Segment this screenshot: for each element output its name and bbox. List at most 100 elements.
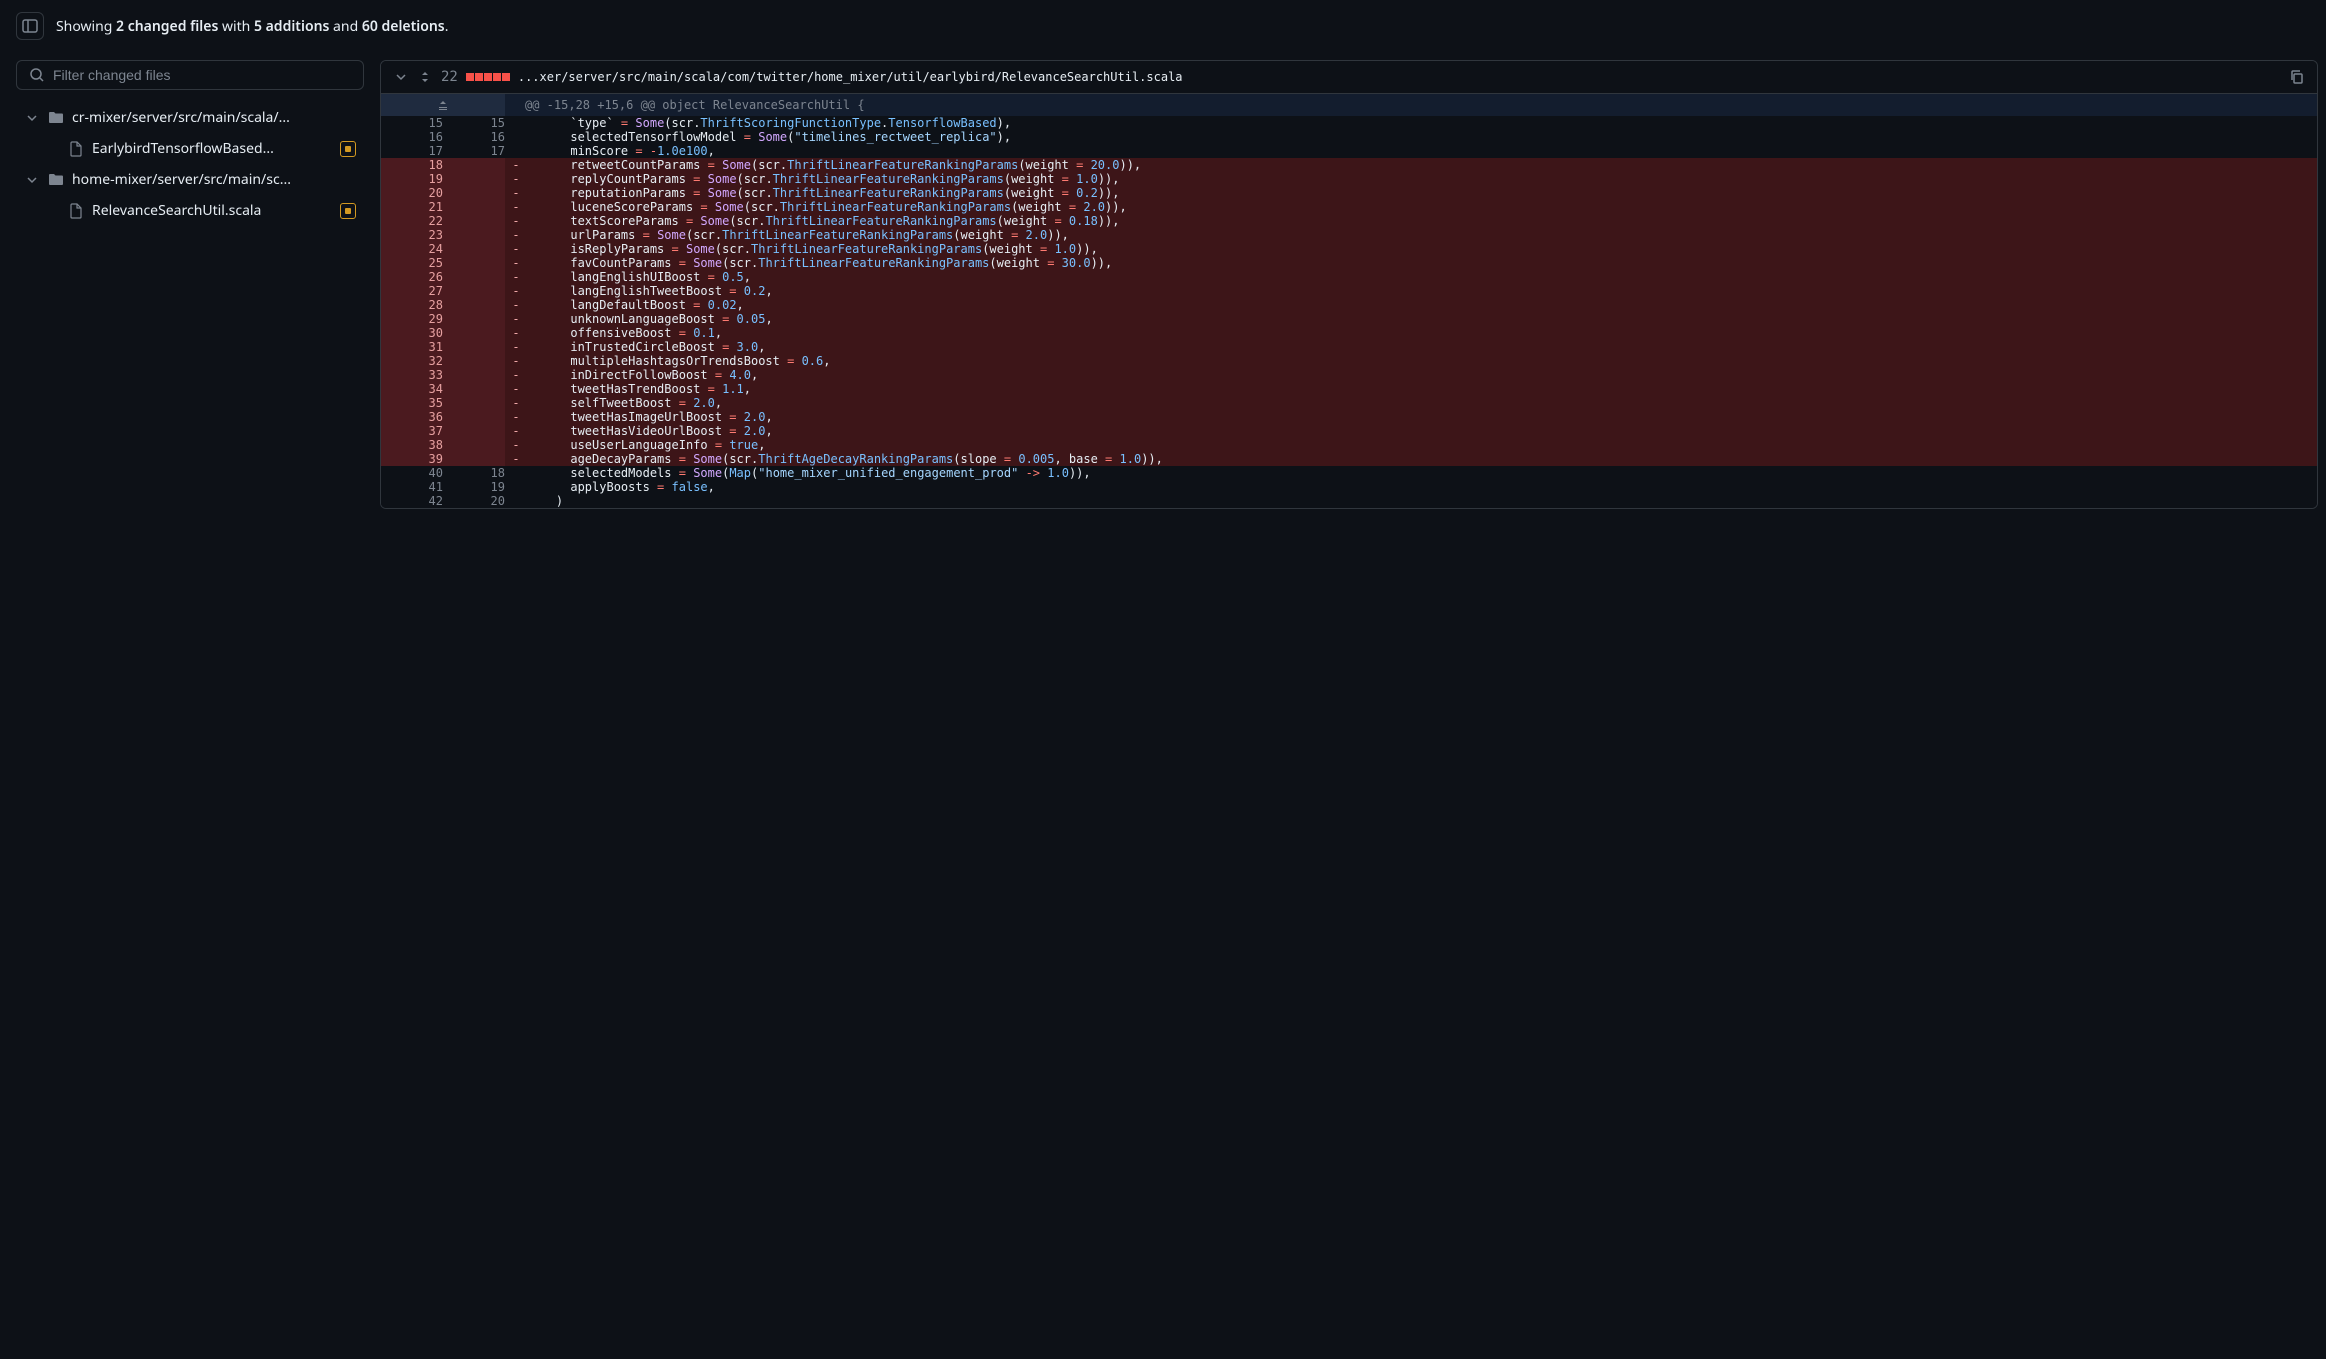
new-line-number[interactable]: 15: [443, 116, 505, 130]
old-line-number[interactable]: 29: [381, 312, 443, 326]
new-line-number[interactable]: [443, 256, 505, 270]
diff-line-deletion[interactable]: 26- langEnglishUIBoost = 0.5,: [381, 270, 2317, 284]
old-line-number[interactable]: 18: [381, 158, 443, 172]
diff-line-context[interactable]: 1515 `type` = Some(scr.ThriftScoringFunc…: [381, 116, 2317, 130]
old-line-number[interactable]: 23: [381, 228, 443, 242]
code-content: tweetHasTrendBoost = 1.1,: [527, 382, 2317, 396]
diff-line-deletion[interactable]: 37- tweetHasVideoUrlBoost = 2.0,: [381, 424, 2317, 438]
old-line-number[interactable]: 32: [381, 354, 443, 368]
tree-file[interactable]: EarlybirdTensorflowBased...: [16, 133, 364, 164]
old-line-number[interactable]: 34: [381, 382, 443, 396]
old-line-number[interactable]: 31: [381, 340, 443, 354]
new-line-number[interactable]: [443, 172, 505, 186]
diff-line-deletion[interactable]: 30- offensiveBoost = 0.1,: [381, 326, 2317, 340]
old-line-number[interactable]: 26: [381, 270, 443, 284]
new-line-number[interactable]: 18: [443, 466, 505, 480]
new-line-number[interactable]: [443, 326, 505, 340]
diff-line-deletion[interactable]: 38- useUserLanguageInfo = true,: [381, 438, 2317, 452]
old-line-number[interactable]: 37: [381, 424, 443, 438]
tree-file[interactable]: RelevanceSearchUtil.scala: [16, 195, 364, 226]
new-line-number[interactable]: [443, 382, 505, 396]
expand-hunk-up-button[interactable]: [381, 94, 505, 116]
new-line-number[interactable]: [443, 186, 505, 200]
new-line-number[interactable]: [443, 312, 505, 326]
old-line-number[interactable]: 15: [381, 116, 443, 130]
diff-line-context[interactable]: 4119 applyBoosts = false,: [381, 480, 2317, 494]
chevron-down-icon[interactable]: [393, 69, 409, 85]
new-line-number[interactable]: 19: [443, 480, 505, 494]
new-line-number[interactable]: [443, 410, 505, 424]
new-line-number[interactable]: [443, 340, 505, 354]
old-line-number[interactable]: 28: [381, 298, 443, 312]
old-line-number[interactable]: 16: [381, 130, 443, 144]
code-content: langEnglishTweetBoost = 0.2,: [527, 284, 2317, 298]
diff-line-deletion[interactable]: 32- multipleHashtagsOrTrendsBoost = 0.6,: [381, 354, 2317, 368]
diff-line-deletion[interactable]: 29- unknownLanguageBoost = 0.05,: [381, 312, 2317, 326]
old-line-number[interactable]: 21: [381, 200, 443, 214]
old-line-number[interactable]: 27: [381, 284, 443, 298]
expand-collapse-icon[interactable]: [417, 69, 433, 85]
diff-line-context[interactable]: 4220 ): [381, 494, 2317, 508]
new-line-number[interactable]: [443, 214, 505, 228]
diff-line-deletion[interactable]: 21- luceneScoreParams = Some(scr.ThriftL…: [381, 200, 2317, 214]
old-line-number[interactable]: 38: [381, 438, 443, 452]
tree-folder[interactable]: cr-mixer/server/src/main/scala/...: [16, 102, 364, 133]
old-line-number[interactable]: 17: [381, 144, 443, 158]
old-line-number[interactable]: 40: [381, 466, 443, 480]
diff-line-deletion[interactable]: 27- langEnglishTweetBoost = 0.2,: [381, 284, 2317, 298]
diff-line-deletion[interactable]: 19- replyCountParams = Some(scr.ThriftLi…: [381, 172, 2317, 186]
old-line-number[interactable]: 36: [381, 410, 443, 424]
old-line-number[interactable]: 33: [381, 368, 443, 382]
diff-line-deletion[interactable]: 39- ageDecayParams = Some(scr.ThriftAgeD…: [381, 452, 2317, 466]
diff-line-context[interactable]: 1717 minScore = -1.0e100,: [381, 144, 2317, 158]
old-line-number[interactable]: 25: [381, 256, 443, 270]
diff-line-deletion[interactable]: 23- urlParams = Some(scr.ThriftLinearFea…: [381, 228, 2317, 242]
diff-marker: -: [505, 438, 527, 452]
old-line-number[interactable]: 20: [381, 186, 443, 200]
new-line-number[interactable]: [443, 438, 505, 452]
new-line-number[interactable]: [443, 158, 505, 172]
new-line-number[interactable]: [443, 452, 505, 466]
new-line-number[interactable]: [443, 284, 505, 298]
tree-folder[interactable]: home-mixer/server/src/main/sc...: [16, 164, 364, 195]
diff-line-deletion[interactable]: 33- inDirectFollowBoost = 4.0,: [381, 368, 2317, 382]
new-line-number[interactable]: [443, 424, 505, 438]
new-line-number[interactable]: [443, 200, 505, 214]
diff-line-deletion[interactable]: 31- inTrustedCircleBoost = 3.0,: [381, 340, 2317, 354]
old-line-number[interactable]: 19: [381, 172, 443, 186]
new-line-number[interactable]: [443, 368, 505, 382]
new-line-number[interactable]: [443, 270, 505, 284]
diff-file-path[interactable]: ...xer/server/src/main/scala/com/twitter…: [518, 70, 2281, 84]
diff-line-deletion[interactable]: 34- tweetHasTrendBoost = 1.1,: [381, 382, 2317, 396]
sidebar-toggle-button[interactable]: [16, 12, 44, 40]
old-line-number[interactable]: 35: [381, 396, 443, 410]
copy-path-icon[interactable]: [2289, 69, 2305, 85]
diff-line-context[interactable]: 4018 selectedModels = Some(Map("home_mix…: [381, 466, 2317, 480]
diff-line-deletion[interactable]: 25- favCountParams = Some(scr.ThriftLine…: [381, 256, 2317, 270]
filter-files-input-wrapper[interactable]: [16, 60, 364, 90]
old-line-number[interactable]: 39: [381, 452, 443, 466]
diff-line-deletion[interactable]: 36- tweetHasImageUrlBoost = 2.0,: [381, 410, 2317, 424]
new-line-number[interactable]: [443, 298, 505, 312]
diff-line-deletion[interactable]: 24- isReplyParams = Some(scr.ThriftLinea…: [381, 242, 2317, 256]
old-line-number[interactable]: 41: [381, 480, 443, 494]
new-line-number[interactable]: 16: [443, 130, 505, 144]
diff-marker: -: [505, 452, 527, 466]
new-line-number[interactable]: 20: [443, 494, 505, 508]
filter-files-input[interactable]: [53, 67, 351, 83]
new-line-number[interactable]: [443, 396, 505, 410]
old-line-number[interactable]: 30: [381, 326, 443, 340]
diff-line-deletion[interactable]: 20- reputationParams = Some(scr.ThriftLi…: [381, 186, 2317, 200]
diff-line-context[interactable]: 1616 selectedTensorflowModel = Some("tim…: [381, 130, 2317, 144]
old-line-number[interactable]: 42: [381, 494, 443, 508]
diff-line-deletion[interactable]: 18- retweetCountParams = Some(scr.Thrift…: [381, 158, 2317, 172]
old-line-number[interactable]: 22: [381, 214, 443, 228]
diff-line-deletion[interactable]: 22- textScoreParams = Some(scr.ThriftLin…: [381, 214, 2317, 228]
new-line-number[interactable]: [443, 354, 505, 368]
new-line-number[interactable]: [443, 228, 505, 242]
diff-line-deletion[interactable]: 35- selfTweetBoost = 2.0,: [381, 396, 2317, 410]
new-line-number[interactable]: 17: [443, 144, 505, 158]
new-line-number[interactable]: [443, 242, 505, 256]
old-line-number[interactable]: 24: [381, 242, 443, 256]
diff-line-deletion[interactable]: 28- langDefaultBoost = 0.02,: [381, 298, 2317, 312]
